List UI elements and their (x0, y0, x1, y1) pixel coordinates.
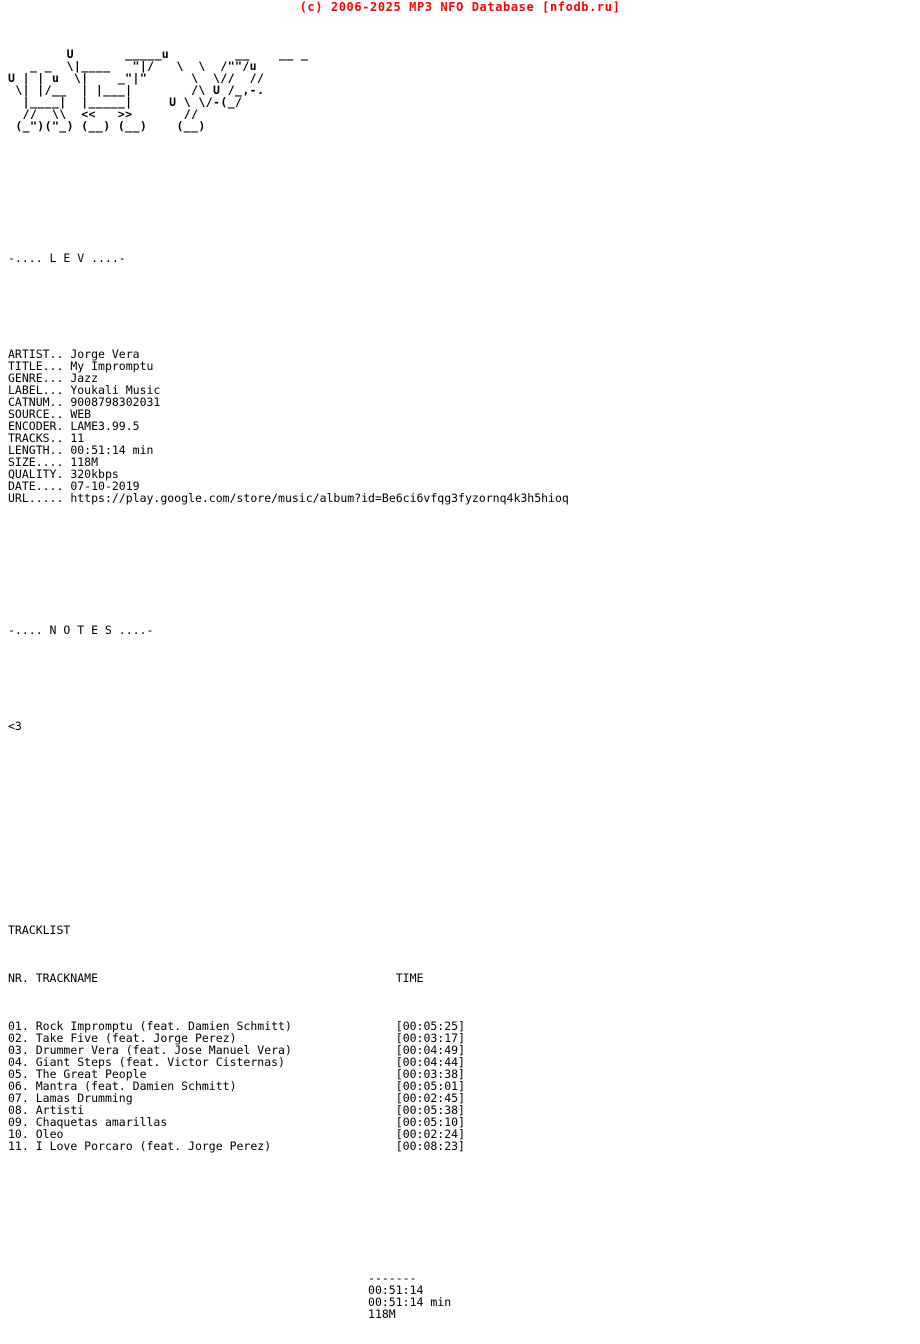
info-field-label: URL..... (8, 491, 64, 505)
notes-section-header: -.... N O T E S ....- (8, 623, 154, 637)
track-gap (271, 1139, 396, 1153)
track-number: 11. (8, 1139, 29, 1153)
tracklist-column-headers: NR. TRACKNAME TIME (8, 971, 424, 985)
info-field-list: ARTIST.. Jorge Vera TITLE... My Impromptu… (8, 348, 569, 504)
tracklist-header: TRACKLIST (8, 923, 71, 937)
info-field-value: https://play.google.com/store/music/albu… (70, 491, 569, 505)
totals-indent (8, 1307, 368, 1321)
nfo-content: U _____u __ __ _ _ _ \|____ "|/ \ \ /""/… (8, 12, 569, 1344)
track-gap (29, 1139, 36, 1153)
total-size: 118M (368, 1307, 396, 1321)
info-field-row: CATNUM.. 9008798302031 (8, 396, 569, 408)
track-name: I Love Porcaro (feat. Jorge Perez) (35, 1139, 272, 1153)
track-time: [00:08:23] (395, 1139, 465, 1153)
ascii-art-logo: U _____u __ __ _ _ _ \|____ "|/ \ \ /""/… (8, 47, 309, 133)
notes-body: <3 (8, 719, 22, 733)
total-size-row: 118M (8, 1308, 569, 1320)
info-field-row: ENCODER. LAME3.99.5 (8, 420, 569, 432)
info-field-row: URL..... https://play.google.com/store/m… (8, 492, 569, 504)
totals-block: ------- 00:51:14 00:51:14 min 118M (8, 1272, 569, 1320)
info-section-header: -.... L E V ....- (8, 251, 126, 265)
tracklist-row: 11. I Love Porcaro (feat. Jorge Perez) [… (8, 1140, 569, 1152)
tracklist-rows: 01. Rock Impromptu (feat. Damien Schmitt… (8, 1020, 569, 1152)
